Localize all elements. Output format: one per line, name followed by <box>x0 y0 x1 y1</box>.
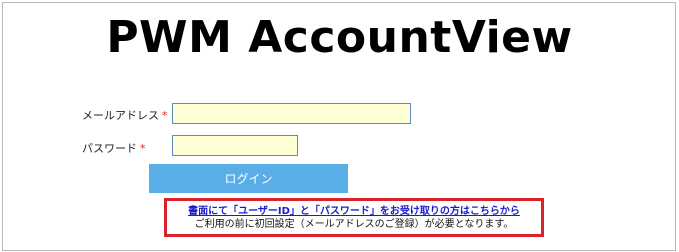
notice-box: 書面にて「ユーザーID」と「パスワード」をお受け取りの方はこちらから ご利用の前… <box>164 198 544 237</box>
login-button[interactable]: ログイン <box>149 164 348 193</box>
page-title: PWM AccountView <box>106 12 573 63</box>
notice-subtext: ご利用の前に初回設定（メールアドレスのご登録）が必要となります。 <box>194 219 514 230</box>
password-field[interactable] <box>172 135 298 156</box>
email-label: メールアドレス <box>82 109 159 122</box>
password-required-mark: * <box>140 142 146 155</box>
first-time-setup-link[interactable]: 書面にて「ユーザーID」と「パスワード」をお受け取りの方はこちらから <box>167 205 541 218</box>
password-label: パスワード <box>82 142 137 155</box>
password-label-row: パスワード * <box>82 140 146 156</box>
email-field[interactable] <box>172 103 411 124</box>
email-required-mark: * <box>162 109 168 122</box>
email-label-row: メールアドレス * <box>82 107 168 123</box>
